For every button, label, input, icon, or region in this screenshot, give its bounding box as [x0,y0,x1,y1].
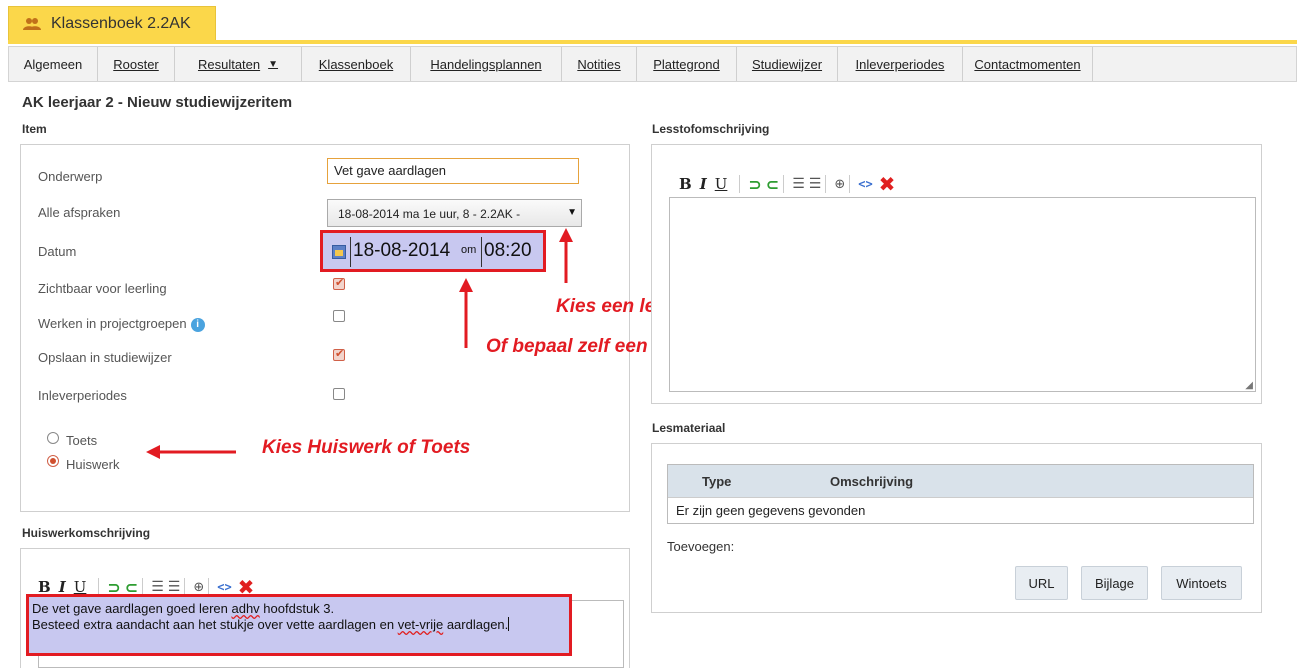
annotation-huiswerk-toets: Kies Huiswerk of Toets [262,437,471,458]
calendar-icon[interactable] [332,245,346,259]
onderwerp-label: Onderwerp [38,169,103,184]
link-icon[interactable]: ⊕ [193,580,204,595]
tijd-input[interactable]: 08:20 [481,237,541,267]
huiswerk-line-1: De vet gave aardlagen goed leren adhv ho… [32,601,335,616]
projectgroepen-label: Werken in projectgroepen i [38,316,205,332]
opslaan-checkbox[interactable] [333,347,345,361]
om-label: om [461,244,477,256]
redo-icon[interactable]: ⊂ [766,175,779,194]
column-header-type[interactable]: Type [702,474,830,489]
onderwerp-input[interactable]: Vet gave aardlagen [327,158,579,184]
projectgroepen-checkbox[interactable] [333,310,345,322]
menu-item-klassenboek[interactable]: Klassenboek [302,47,411,81]
huiswerk-line-2: Besteed extra aandacht aan het stukje ov… [32,617,510,632]
inleverperiodes-label: Inleverperiodes [38,388,127,403]
menu-item-plattegrond[interactable]: Plattegrond [637,47,737,81]
menu-item-inleverperiodes[interactable]: Inleverperiodes [838,47,963,81]
lesstof-editor[interactable]: ◢ [669,197,1256,392]
numbered-list-icon[interactable]: ☰ [792,176,805,192]
wintoets-button[interactable]: Wintoets [1161,566,1242,600]
datum-highlight-box: 18-08-2014 om 08:20 [320,230,546,272]
bulleted-list-icon[interactable]: ☰ [809,176,822,192]
numbered-list-icon[interactable]: ☰ [151,579,164,595]
datum-label: Datum [38,244,77,259]
menu-item-algemeen[interactable]: Algemeen [9,47,98,81]
projectgroepen-text: Werken in projectgroepen [38,316,187,331]
undo-icon[interactable]: ⊃ [748,175,761,194]
menu-item-notities[interactable]: Notities [562,47,637,81]
tab-underline [8,40,1297,44]
menu-item-studiewijzer[interactable]: Studiewijzer [737,47,838,81]
zichtbaar-label: Zichtbaar voor leerling [38,281,167,296]
italic-button[interactable]: I [700,175,707,193]
source-code-icon[interactable]: <> [217,580,231,594]
afspraken-label: Alle afspraken [38,205,121,220]
bulleted-list-icon[interactable]: ☰ [168,579,181,595]
toevoegen-label: Toevoegen: [667,539,735,554]
radio-toets-label: Toets [66,433,98,448]
afspraken-selected-value: 18-08-2014 ma 1e uur, 8 - 2.2AK - [338,207,521,221]
main-menu: Algemeen Rooster Resultaten ▼ Klassenboek… [8,46,1297,82]
bijlage-button[interactable]: Bijlage [1081,566,1148,600]
menu-item-handelingsplannen[interactable]: Handelingsplannen [411,47,562,81]
zichtbaar-checkbox[interactable] [333,276,345,290]
radio-huiswerk-label: Huiswerk [66,457,120,472]
url-button[interactable]: URL [1015,566,1068,600]
clear-format-icon[interactable]: ✖ [879,172,896,196]
bold-button[interactable]: B [679,175,692,193]
item-section-label: Item [22,122,47,136]
menu-item-resultaten[interactable]: Resultaten ▼ [175,47,302,81]
lesmateriaal-table: Type Omschrijving Er zijn geen gegevens … [667,464,1254,524]
empty-message: Er zijn geen gegevens gevonden [676,503,866,518]
table-header: Type Omschrijving [668,465,1253,497]
menu-item-rooster[interactable]: Rooster [98,47,175,81]
group-icon [23,17,41,31]
menu-item-contactmomenten[interactable]: Contactmomenten [963,47,1093,81]
inleverperiodes-checkbox[interactable] [333,388,345,400]
lesmateriaal-section-label: Lesmateriaal [652,421,726,435]
link-icon[interactable]: ⊕ [834,177,845,192]
datum-input[interactable]: 18-08-2014 [350,237,456,267]
huiswerk-text[interactable]: De vet gave aardlagen goed leren adhv ho… [26,594,572,656]
window-title: Klassenboek 2.2AK [51,14,191,32]
opslaan-label: Opslaan in studiewijzer [38,350,172,365]
column-header-omschrijving[interactable]: Omschrijving [830,474,913,489]
lesstof-section-label: Lesstofomschrijving [652,122,770,136]
dropdown-arrow-icon: ▼ [567,207,577,218]
page-title: AK leerjaar 2 - Nieuw studiewijzeritem [22,94,293,111]
source-code-icon[interactable]: <> [858,177,872,191]
caret-down-icon: ▼ [268,58,279,70]
huiswerk-section-label: Huiswerkomschrijving [22,526,151,540]
lesstof-toolbar: B I U ⊃ ⊂ ☰ ☰ ⊕ <> ✖ [679,172,895,196]
underline-button[interactable]: U [715,175,728,193]
radio-toets[interactable] [47,432,59,444]
table-row: Er zijn geen gegevens gevonden [668,497,1253,523]
afspraken-select[interactable]: 18-08-2014 ma 1e uur, 8 - 2.2AK - ▼ [327,199,582,227]
info-icon[interactable]: i [190,318,205,332]
app-root: Klassenboek 2.2AK Algemeen Rooster Resul… [0,0,1305,668]
resize-handle-icon[interactable]: ◢ [1245,380,1253,391]
radio-huiswerk[interactable] [47,455,59,467]
window-tab[interactable]: Klassenboek 2.2AK [8,6,216,40]
